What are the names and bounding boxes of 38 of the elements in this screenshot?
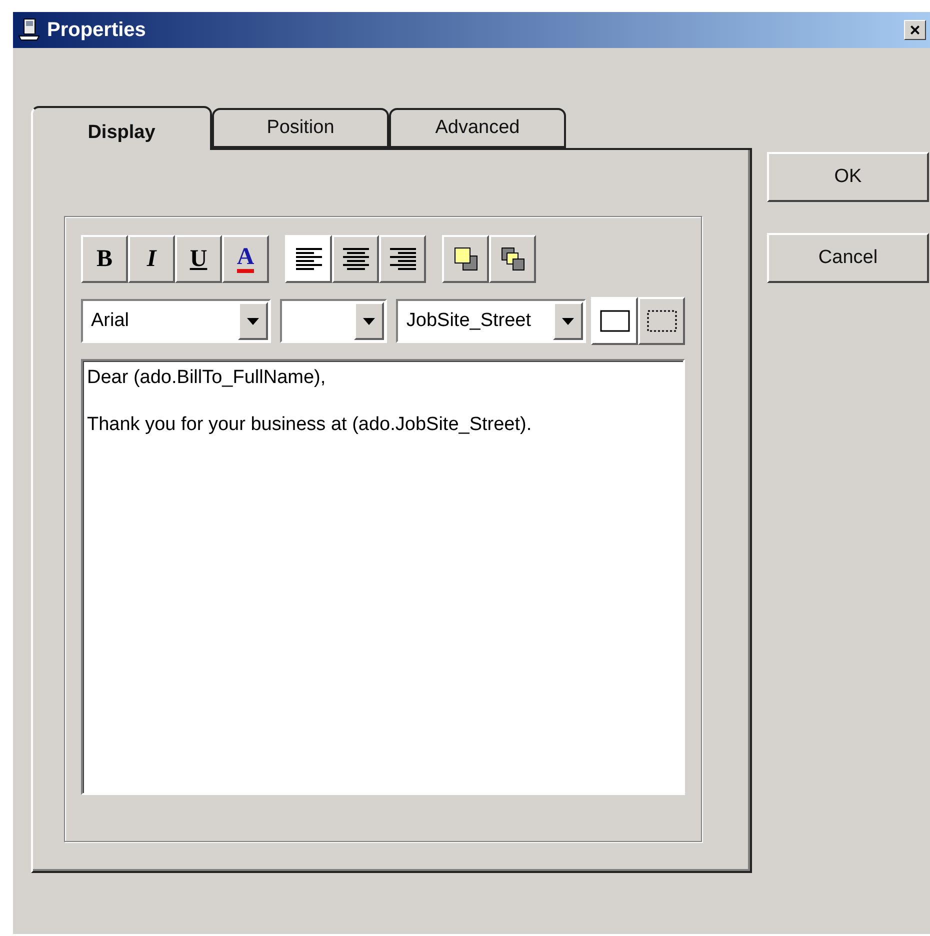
dropdown-button[interactable] [553, 302, 583, 340]
close-button[interactable]: × [904, 20, 926, 40]
dropdown-arrow-icon [363, 318, 376, 324]
solid-border-button[interactable] [591, 297, 638, 345]
rectangle-icon [600, 310, 630, 332]
align-right-icon [388, 246, 418, 272]
dropdown-arrow-icon [562, 318, 574, 324]
dropdown-field[interactable] [280, 299, 388, 343]
italic-button[interactable]: I [128, 235, 175, 283]
align-left-button[interactable] [285, 235, 332, 283]
dotted-rectangle-icon [646, 310, 676, 332]
cancel-button[interactable]: Cancel [767, 233, 929, 283]
dropdown-button[interactable] [238, 302, 268, 340]
ok-button[interactable]: OK [767, 152, 929, 202]
bring-back-button[interactable] [489, 235, 536, 283]
body-text: Thank you for your business at (ado.JobSite_Street). [87, 414, 533, 436]
bold-button[interactable]: B [81, 235, 128, 283]
dropdown-arrow-icon [246, 318, 259, 324]
dropdown-button[interactable] [354, 302, 384, 340]
layers-icon [498, 245, 526, 273]
dropdown-field[interactable]: JobSite_Street [396, 299, 586, 343]
align-center-icon [340, 246, 370, 272]
tab[interactable]: Position [212, 108, 389, 148]
text-editor[interactable]: Dear (ado.BillTo_FullName), Thank you for your business at (ado.JobSite_Street). [81, 359, 685, 795]
bring-front-button[interactable] [442, 235, 489, 283]
computer-icon [17, 18, 41, 42]
dotted-border-button[interactable] [638, 297, 685, 345]
align-left-icon [294, 246, 324, 272]
align-right-button[interactable] [379, 235, 426, 283]
tab[interactable]: Display [31, 106, 212, 150]
dropdown-field[interactable]: Arial [81, 299, 271, 343]
color-button[interactable]: A [222, 235, 269, 283]
align-center-button[interactable] [332, 235, 379, 283]
layers-icon [452, 245, 480, 273]
body-text: Dear (ado.BillTo_FullName), [87, 367, 327, 389]
tab[interactable]: Advanced [389, 108, 566, 148]
underline-button[interactable]: U [175, 235, 222, 283]
window-title: Properties [47, 18, 147, 42]
